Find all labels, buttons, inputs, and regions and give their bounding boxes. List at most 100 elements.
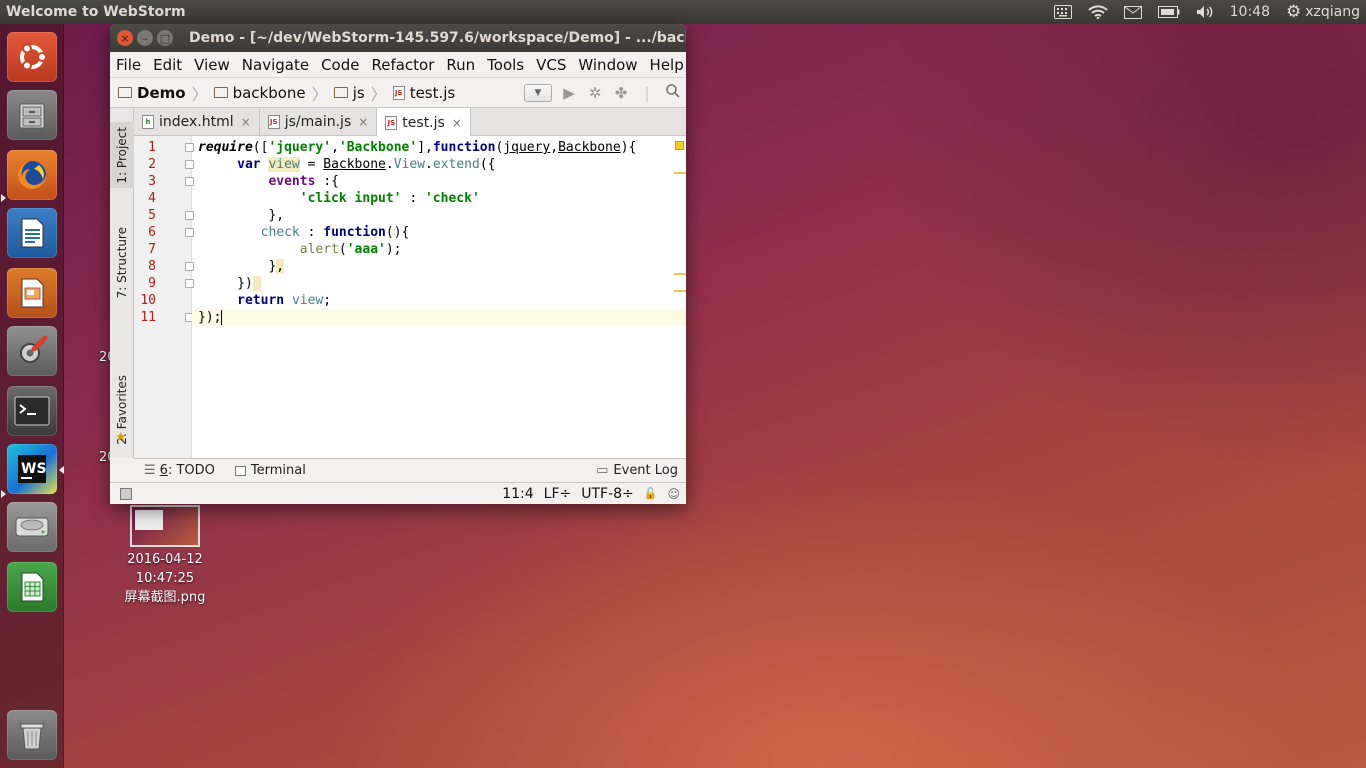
terminal-label: Terminal: [250, 463, 306, 478]
line-separator-selector[interactable]: LF÷: [544, 486, 572, 502]
menu-refactor[interactable]: Refactor: [365, 56, 440, 74]
menu-file[interactable]: File: [110, 56, 147, 74]
encoding-selector[interactable]: UTF-8÷: [581, 486, 634, 502]
webstorm-button[interactable]: WS: [7, 444, 57, 494]
firefox-button[interactable]: [7, 150, 57, 200]
coverage-icon[interactable]: ✤: [612, 84, 630, 102]
wifi-icon[interactable]: [1087, 5, 1108, 19]
menu-vcs[interactable]: VCS: [530, 56, 572, 74]
error-stripe[interactable]: [674, 136, 686, 458]
maximize-window-button[interactable]: □: [157, 30, 173, 46]
close-tab-icon[interactable]: ×: [452, 116, 462, 130]
fold-marker[interactable]: [185, 262, 194, 271]
close-tab-icon[interactable]: ×: [241, 115, 251, 129]
close-window-button[interactable]: ×: [117, 30, 133, 46]
trash-button[interactable]: [7, 710, 57, 760]
webstorm-logo-icon: WS: [18, 455, 47, 483]
user-name-label: xzqiang: [1305, 4, 1360, 20]
tool-tab-project[interactable]: 1: Project: [110, 122, 134, 188]
libreoffice-impress-button[interactable]: [7, 268, 57, 318]
terminal-icon: [234, 465, 246, 476]
fold-marker[interactable]: [185, 228, 194, 237]
mail-icon[interactable]: [1123, 5, 1142, 19]
code-editor[interactable]: 1 2 3 4 5 6 7 8 9 10 11 require(['jquery…: [134, 136, 686, 458]
calc-spreadsheet-icon: [21, 572, 44, 602]
lock-icon[interactable]: 🔓: [644, 487, 658, 500]
tool-tab-event-log[interactable]: ▭ Event Log: [596, 463, 686, 478]
menu-edit[interactable]: Edit: [147, 56, 188, 74]
wrench-gear-icon: [20, 335, 48, 363]
hector-icon[interactable]: ☺: [667, 487, 680, 501]
libreoffice-calc-button[interactable]: [7, 562, 57, 612]
libreoffice-writer-button[interactable]: [7, 208, 57, 258]
warning-mark[interactable]: [674, 290, 686, 292]
menu-window[interactable]: Window: [572, 56, 643, 74]
tool-tab-structure[interactable]: 7: Structure: [110, 218, 134, 308]
tab-index-html[interactable]: h index.html ×: [134, 108, 260, 136]
menu-code[interactable]: Code: [315, 56, 365, 74]
text-caret: [221, 310, 222, 325]
window-title: Demo - [~/dev/WebStorm-145.597.6/workspa…: [189, 30, 686, 46]
tab-main-js[interactable]: JS js/main.js ×: [260, 108, 378, 136]
breadcrumb-folder-backbone[interactable]: backbone 〉: [213, 81, 334, 105]
menu-help[interactable]: Help: [644, 56, 686, 74]
code-line: alert('aaa');: [299, 242, 402, 257]
tool-windows-toggle-icon[interactable]: [120, 487, 132, 500]
file-thumbnail: [130, 505, 200, 547]
warning-mark[interactable]: [674, 172, 686, 174]
keyboard-icon[interactable]: [1053, 5, 1072, 19]
breadcrumb-label: test.js: [409, 83, 456, 102]
fold-marker[interactable]: [185, 160, 194, 169]
fold-marker[interactable]: [185, 279, 194, 288]
code-line: require(['jquery','Backbone'],function(j…: [198, 140, 637, 155]
volume-icon[interactable]: [1196, 5, 1214, 19]
close-tab-icon[interactable]: ×: [358, 115, 368, 129]
breadcrumb-project[interactable]: Demo 〉: [118, 81, 214, 105]
fold-marker[interactable]: [185, 211, 194, 220]
ubuntu-dash-button[interactable]: [7, 32, 57, 82]
impress-presentation-icon: [21, 278, 44, 308]
search-icon[interactable]: [664, 83, 682, 102]
fold-marker[interactable]: [185, 143, 194, 152]
caret-position[interactable]: 11:4: [502, 486, 533, 502]
tab-test-js[interactable]: JS test.js ×: [377, 108, 471, 137]
maximize-icon: □: [159, 31, 171, 45]
tool-tab-todo[interactable]: ☰ 6 : TODO: [134, 463, 225, 478]
folder-icon: [333, 87, 348, 98]
disks-button[interactable]: [7, 502, 57, 552]
menu-run[interactable]: Run: [440, 56, 481, 74]
line-number: 3: [148, 174, 156, 189]
event-log-label: Event Log: [613, 463, 678, 478]
chevron-down-icon: ▼: [534, 87, 542, 98]
terminal-button[interactable]: [7, 386, 57, 436]
line-number: 5: [148, 208, 156, 223]
session-menu[interactable]: ⚙ xzqiang: [1286, 2, 1360, 22]
breadcrumb-folder-js[interactable]: js 〉: [333, 81, 393, 105]
run-icon[interactable]: ▶: [560, 84, 578, 102]
fold-marker[interactable]: [185, 177, 194, 186]
minimize-window-button[interactable]: –: [137, 30, 153, 46]
warning-mark[interactable]: [674, 273, 686, 275]
inspection-status-icon[interactable]: [675, 141, 684, 150]
desktop-file-screenshot[interactable]: 2016-04-12 10:47:25 屏幕截图.png: [96, 505, 234, 607]
clock-label[interactable]: 10:48: [1230, 4, 1270, 20]
tab-label: js/main.js: [284, 114, 352, 130]
status-right-group: 11:4 LF÷ UTF-8÷ 🔓 ☺: [502, 486, 686, 502]
js-file-icon: JS: [267, 115, 280, 129]
system-settings-button[interactable]: [7, 326, 57, 376]
code-text-area[interactable]: require(['jquery','Backbone'],function(j…: [192, 136, 686, 458]
close-icon: ×: [120, 31, 130, 45]
files-button[interactable]: [7, 90, 57, 140]
breadcrumb-separator: 〉: [311, 84, 328, 104]
tool-tab-terminal[interactable]: Terminal: [225, 463, 316, 478]
launcher: WS: [0, 24, 64, 768]
debug-icon[interactable]: ✲: [586, 84, 604, 102]
menu-navigate[interactable]: Navigate: [236, 56, 315, 74]
file-name-label: 屏幕截图.png: [124, 590, 206, 605]
breadcrumb-file[interactable]: JS test.js: [392, 83, 456, 102]
window-titlebar[interactable]: × – □ Demo - [~/dev/WebStorm-145.597.6/w…: [110, 24, 686, 52]
run-configuration-dropdown[interactable]: ▼: [524, 83, 552, 102]
menu-view[interactable]: View: [188, 56, 236, 74]
battery-icon[interactable]: [1157, 6, 1180, 18]
menu-tools[interactable]: Tools: [481, 56, 530, 74]
